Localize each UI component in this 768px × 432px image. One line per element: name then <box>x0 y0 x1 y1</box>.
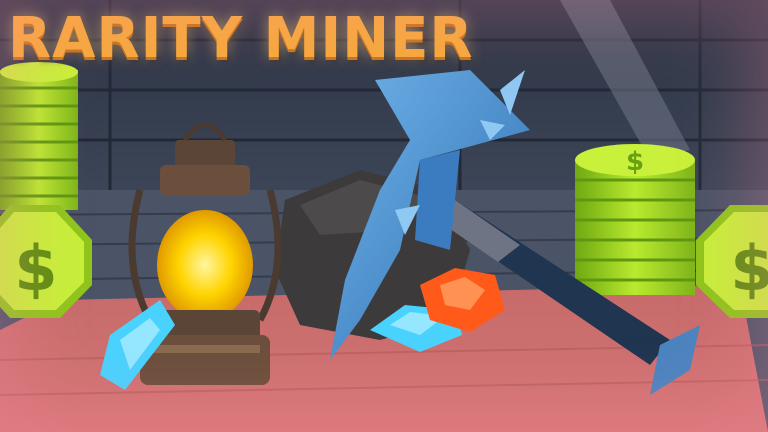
game-title: RARITY MINER <box>8 6 474 71</box>
coin-stack-right: $ <box>575 144 695 295</box>
svg-text:$: $ <box>730 232 768 305</box>
svg-text:$: $ <box>626 147 644 177</box>
svg-text:$: $ <box>14 232 57 305</box>
game-thumbnail: $ $ $ RARITY MINER <box>0 0 768 432</box>
coin-stack-left <box>0 62 78 210</box>
